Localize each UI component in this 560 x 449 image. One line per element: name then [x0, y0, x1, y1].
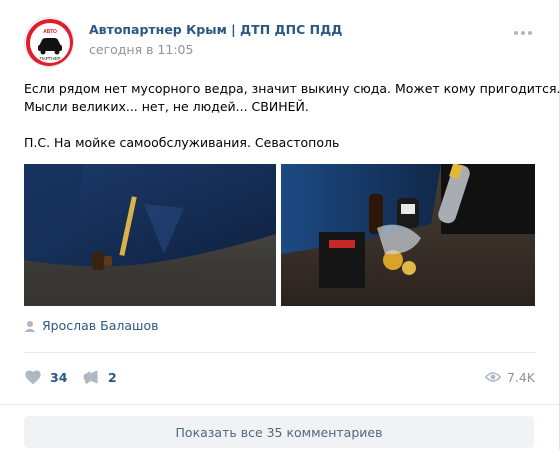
share-count: 2 [108, 369, 117, 385]
post-card: АВТО ПАРТНЕР Автопартнер Крым | ДТП ДПС … [0, 0, 560, 449]
author-name[interactable]: Автопартнер Крым | ДТП ДПС ПДД [89, 22, 342, 37]
divider [24, 352, 536, 353]
views-counter: 7.4K [484, 367, 535, 387]
share-button[interactable]: 2 [82, 367, 117, 387]
eye-icon [484, 372, 501, 382]
photo-image [281, 164, 535, 306]
photo-image [24, 164, 276, 306]
post-date[interactable]: сегодня в 11:05 [89, 42, 193, 57]
signer-name: Ярослав Балашов [42, 318, 159, 333]
more-dot [528, 31, 532, 35]
post-text-line: Если рядом нет мусорного ведра, значит в… [24, 81, 560, 96]
post-photo-1[interactable] [24, 164, 276, 306]
like-count: 34 [50, 369, 68, 385]
like-button[interactable]: 34 [24, 367, 67, 387]
user-icon [24, 320, 36, 332]
avatar-text-bottom: ПАРТНЕР [39, 56, 60, 61]
more-dot [521, 31, 525, 35]
avatar-logo: АВТО ПАРТНЕР [26, 19, 73, 66]
share-icon [83, 370, 98, 384]
avatar[interactable]: АВТО ПАРТНЕР [24, 17, 74, 67]
avatar-text-top: АВТО [43, 29, 57, 35]
post-signer[interactable]: Ярослав Балашов [24, 318, 158, 333]
post-photo-2[interactable] [281, 164, 535, 306]
more-icon[interactable] [514, 26, 536, 40]
heart-icon [25, 370, 41, 385]
views-count: 7.4K [506, 369, 535, 385]
divider [0, 404, 559, 405]
show-comments-button[interactable]: Показать все 35 комментариев [24, 416, 534, 448]
more-dot [514, 31, 518, 35]
post-text-line: Мысли великих... нет, не людей... СВИНЕЙ… [24, 99, 309, 114]
post-text-line: П.С. На мойке самообслуживания. Севастоп… [24, 135, 340, 150]
